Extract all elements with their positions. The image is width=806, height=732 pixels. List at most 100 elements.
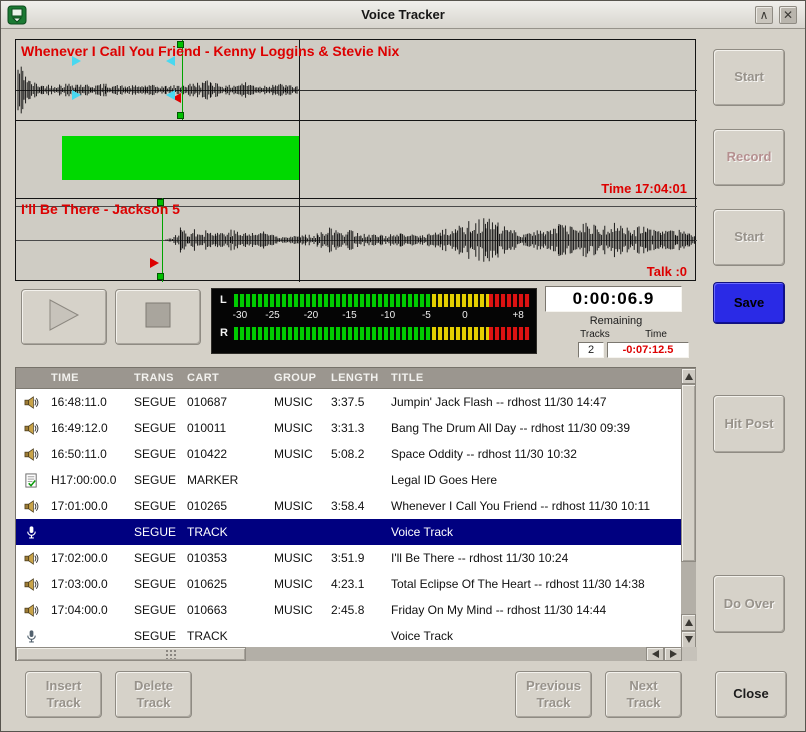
previous-track-button[interactable]: Previous Track bbox=[515, 671, 592, 718]
log-row[interactable]: 17:02:00.0SEGUE010353MUSIC3:51.9I'll Be … bbox=[16, 545, 682, 571]
cell-trans: SEGUE bbox=[130, 577, 183, 591]
delete-track-label2: Track bbox=[137, 695, 171, 712]
meter-tick-label: -15 bbox=[342, 310, 356, 321]
hit-post-label: Hit Post bbox=[724, 416, 773, 433]
horizontal-scrollbar-track[interactable] bbox=[246, 647, 646, 661]
cell-title: Total Eclipse Of The Heart -- rdhost 11/… bbox=[387, 577, 682, 591]
log-table: TIME TRANS CART GROUP LENGTH TITLE 16:48… bbox=[15, 367, 696, 661]
cell-time: 17:01:00.0 bbox=[47, 499, 130, 513]
cell-group: MUSIC bbox=[270, 395, 327, 409]
cell-length: 3:51.9 bbox=[327, 551, 387, 565]
play-button[interactable] bbox=[21, 289, 107, 345]
insert-track-label2: Track bbox=[47, 695, 81, 712]
meter-tick-label: +8 bbox=[512, 310, 523, 321]
meter-red-segment bbox=[489, 327, 530, 340]
meter-tick-label: -30 bbox=[233, 310, 247, 321]
meter-right-bar bbox=[234, 327, 530, 340]
cell-group: MUSIC bbox=[270, 551, 327, 565]
play-marker-icon[interactable] bbox=[150, 258, 159, 268]
scroll-down-icon[interactable] bbox=[681, 631, 696, 648]
meter-green-segment bbox=[234, 327, 432, 340]
cell-title: I'll Be There -- rdhost 11/30 10:24 bbox=[387, 551, 682, 565]
insert-track-label: Insert bbox=[46, 678, 81, 695]
log-row[interactable]: 16:50:11.0SEGUE010422MUSIC5:08.2Space Od… bbox=[16, 441, 682, 467]
cell-trans: SEGUE bbox=[130, 395, 183, 409]
column-header-length: LENGTH bbox=[327, 372, 387, 384]
vertical-scrollbar-track[interactable] bbox=[681, 562, 696, 614]
meter-right-label: R bbox=[220, 327, 228, 339]
cell-time: 17:04:00.0 bbox=[47, 603, 130, 617]
cell-cart: 010663 bbox=[183, 603, 270, 617]
waveform-display[interactable]: Whenever I Call You Friend - Kenny Loggi… bbox=[15, 39, 696, 281]
tracks-remaining-value: 2 bbox=[578, 342, 604, 358]
next-track-button[interactable]: Next Track bbox=[605, 671, 682, 718]
stop-button[interactable] bbox=[115, 289, 201, 345]
tracks-remaining-label: Tracks bbox=[567, 329, 623, 340]
next-track-title: I'll Be There - Jackson 5 bbox=[21, 201, 180, 217]
fade-marker-icon[interactable] bbox=[72, 90, 81, 100]
window-title: Voice Tracker bbox=[1, 7, 805, 22]
meter-tick-label: -5 bbox=[422, 310, 431, 321]
audio-level-meter: L -30-25-20-15-10-50+8 R bbox=[211, 288, 537, 354]
log-row[interactable]: H17:00:00.0SEGUEMARKERLegal ID Goes Here bbox=[16, 467, 682, 493]
save-button[interactable]: Save bbox=[713, 282, 785, 324]
cell-length: 2:45.8 bbox=[327, 603, 387, 617]
shade-window-icon[interactable]: ∧ bbox=[755, 6, 773, 24]
save-label: Save bbox=[734, 295, 764, 312]
cell-cart: 010422 bbox=[183, 447, 270, 461]
meter-scale: -30-25-20-15-10-50+8 bbox=[234, 310, 530, 323]
do-over-label: Do Over bbox=[724, 596, 775, 613]
start-previous-label: Start bbox=[734, 69, 764, 86]
scroll-right-icon[interactable] bbox=[664, 647, 682, 661]
log-row[interactable]: SEGUETRACKVoice Track bbox=[16, 623, 682, 648]
column-header-title: TITLE bbox=[387, 372, 682, 384]
scroll-left-icon[interactable] bbox=[646, 647, 664, 661]
do-over-button[interactable]: Do Over bbox=[713, 575, 785, 633]
voice-track-region[interactable] bbox=[62, 136, 299, 180]
delete-track-button[interactable]: Delete Track bbox=[115, 671, 192, 718]
start-previous-button[interactable]: Start bbox=[713, 49, 785, 106]
title-bar[interactable]: Voice Tracker ∧ ✕ bbox=[1, 1, 805, 29]
start-next-button[interactable]: Start bbox=[713, 209, 785, 266]
close-button[interactable]: Close bbox=[715, 671, 787, 718]
meter-tick-label: -20 bbox=[304, 310, 318, 321]
cell-trans: SEGUE bbox=[130, 421, 183, 435]
log-row[interactable]: 17:03:00.0SEGUE010625MUSIC4:23.1Total Ec… bbox=[16, 571, 682, 597]
speaker-icon bbox=[16, 603, 47, 618]
log-row[interactable]: 17:04:00.0SEGUE010663MUSIC2:45.8Friday O… bbox=[16, 597, 682, 623]
marker-handle[interactable] bbox=[157, 273, 164, 280]
cell-trans: SEGUE bbox=[130, 551, 183, 565]
cell-title: Whenever I Call You Friend -- rdhost 11/… bbox=[387, 499, 682, 513]
meter-yellow-segment bbox=[432, 327, 488, 340]
speaker-icon bbox=[16, 447, 47, 462]
column-header-trans: TRANS bbox=[130, 372, 183, 384]
cell-group: MUSIC bbox=[270, 447, 327, 461]
time-remaining-value: -0:07:12.5 bbox=[607, 342, 689, 358]
horizontal-scrollbar-thumb[interactable] bbox=[16, 647, 246, 661]
next-track-label2: Track bbox=[627, 695, 661, 712]
time-remaining-label: Time bbox=[633, 329, 679, 340]
marker-handle[interactable] bbox=[177, 112, 184, 119]
scrollbar-corner bbox=[682, 647, 697, 661]
log-row[interactable]: 16:48:11.0SEGUE010687MUSIC3:37.5Jumpin' … bbox=[16, 389, 682, 415]
vertical-scrollbar-thumb[interactable] bbox=[681, 384, 696, 562]
scroll-up-icon[interactable] bbox=[681, 614, 696, 631]
cell-cart: 010625 bbox=[183, 577, 270, 591]
log-row[interactable]: 16:49:12.0SEGUE010011MUSIC3:31.3Bang The… bbox=[16, 415, 682, 441]
speaker-icon bbox=[16, 421, 47, 436]
log-row[interactable]: 17:01:00.0SEGUE010265MUSIC3:58.4Whenever… bbox=[16, 493, 682, 519]
record-button[interactable]: Record bbox=[713, 129, 785, 186]
cell-time: 17:03:00.0 bbox=[47, 577, 130, 591]
close-label: Close bbox=[733, 686, 768, 703]
mic-icon bbox=[16, 629, 47, 644]
hit-post-button[interactable]: Hit Post bbox=[713, 395, 785, 453]
previous-track-title: Whenever I Call You Friend - Kenny Loggi… bbox=[21, 43, 399, 59]
delete-track-label: Delete bbox=[134, 678, 173, 695]
close-window-icon[interactable]: ✕ bbox=[779, 6, 797, 24]
insert-track-button[interactable]: Insert Track bbox=[25, 671, 102, 718]
log-row[interactable]: SEGUETRACKVoice Track bbox=[16, 519, 682, 545]
column-header-group: GROUP bbox=[270, 372, 327, 384]
cell-trans: SEGUE bbox=[130, 473, 183, 487]
fade-marker-icon[interactable] bbox=[166, 90, 175, 100]
scroll-up-icon[interactable] bbox=[681, 368, 696, 384]
